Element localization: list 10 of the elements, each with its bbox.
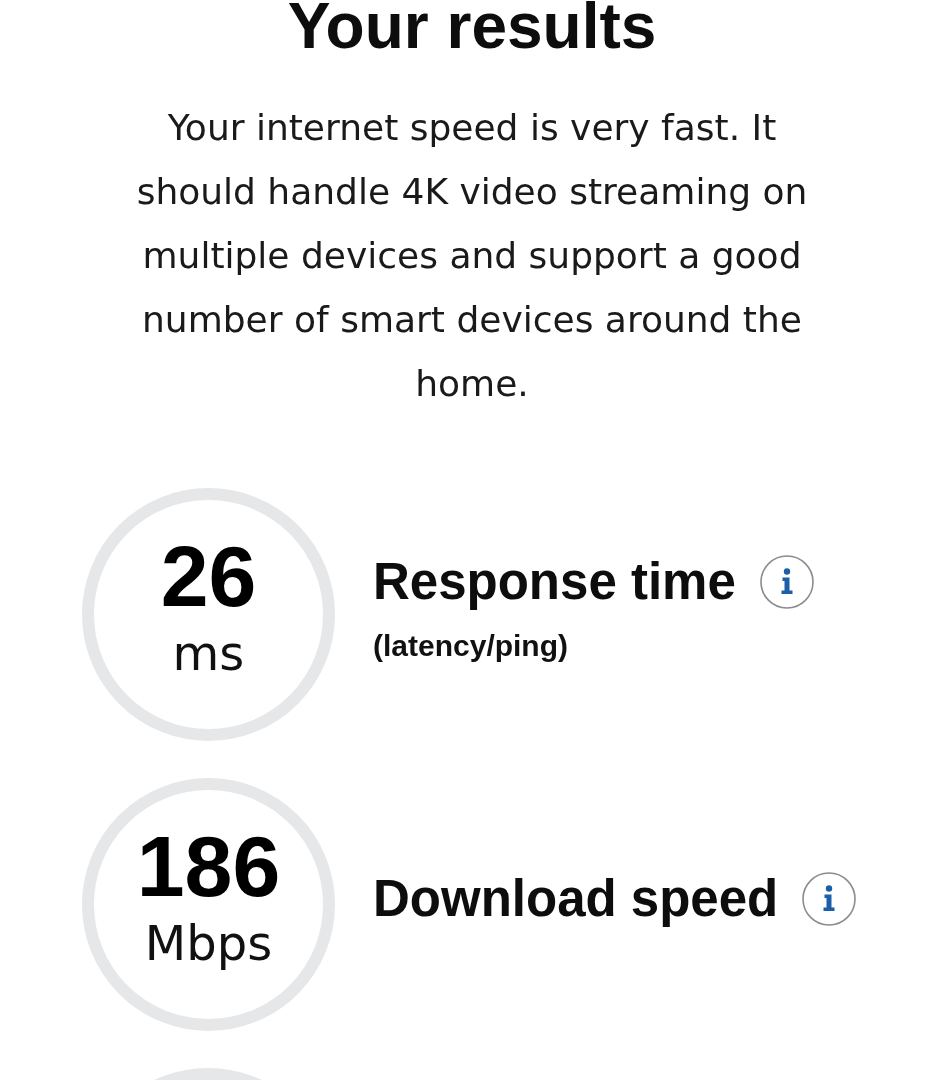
metric-value: 186 [136, 823, 281, 909]
metric-value: 26 [160, 533, 257, 619]
info-icon[interactable] [802, 871, 857, 926]
metric-label: Response time [373, 553, 736, 611]
info-icon[interactable] [759, 555, 814, 609]
page-title: Your results [287, 0, 657, 52]
metric-unit: ms [172, 629, 245, 677]
metric-label: Download speed [373, 869, 779, 928]
results-summary: Your internet speed is very fast. It should handle 4K video streaming on multiple devices and support a good number of smart devices around the home. [135, 105, 809, 406]
metric-note: (latency/ping) [373, 628, 568, 664]
